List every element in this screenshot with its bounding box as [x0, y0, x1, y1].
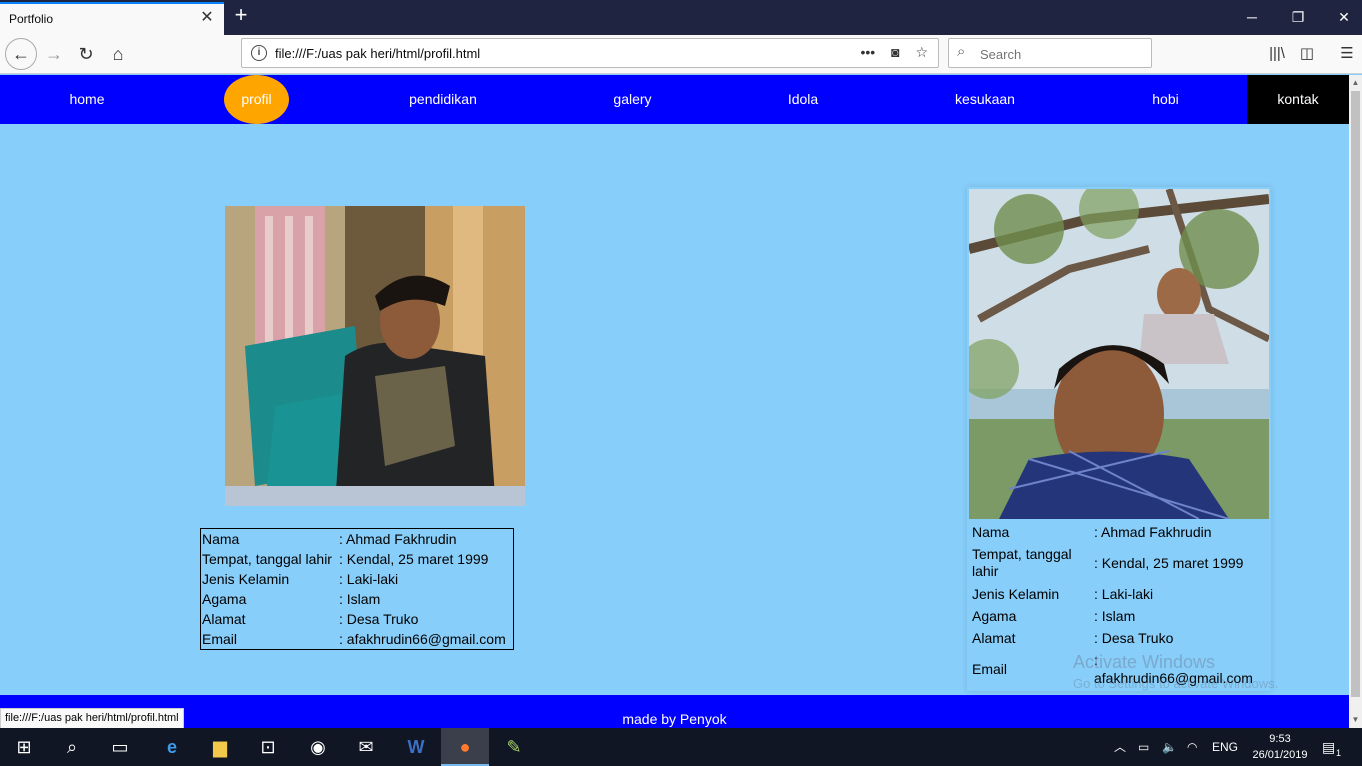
table-row: Agama : Islam	[202, 589, 380, 609]
nav-kesukaan[interactable]: kesukaan	[943, 75, 1027, 124]
url-bar[interactable]: i file:///F:/uas pak heri/html/profil.ht…	[241, 38, 939, 68]
camera-icon[interactable]: ◉	[294, 728, 342, 766]
nav-kontak[interactable]: kontak	[1247, 75, 1349, 124]
window-close-icon[interactable]: ✕	[1329, 6, 1359, 28]
table-row: Nama : Ahmad Fakhrudin	[202, 529, 457, 549]
wifi-icon[interactable]: ◠	[1187, 728, 1197, 766]
restore-icon[interactable]: ❐	[1283, 6, 1313, 28]
search-icon: ⌕	[957, 43, 966, 60]
row-label: Nama	[202, 531, 240, 547]
status-url-tooltip: file:///F:/uas pak heri/html/profil.html	[0, 708, 184, 729]
row-label: Tempat, tanggal lahir	[202, 551, 332, 567]
profile-table-left: Nama : Ahmad Fakhrudin Tempat, tanggal l…	[200, 528, 514, 650]
windows-taskbar: ⊞ ⌕ ▭ e ▆ ⊡ ◉ ✉ W ● ✎ ︿ ▭ 🔈 ◠ ENG 9:53 2…	[0, 728, 1362, 766]
volume-icon[interactable]: 🔈	[1162, 728, 1177, 766]
nav-profil[interactable]: profil	[224, 75, 289, 124]
notification-icon[interactable]: ▤	[1322, 728, 1335, 766]
row-label: Email	[202, 631, 238, 647]
nav-galery[interactable]: galery	[601, 75, 664, 124]
row-value: : Laki-laki	[339, 571, 399, 587]
profile-photo-right	[969, 189, 1269, 519]
edge-icon[interactable]: e	[148, 728, 196, 766]
nav-idola[interactable]: Idola	[776, 75, 830, 124]
row-value: : Kendal, 25 maret 1999	[339, 551, 489, 567]
row-value: : Desa Truko	[1094, 630, 1174, 646]
activate-windows-title: Activate Windows	[1073, 652, 1216, 672]
task-view-icon[interactable]: ▭	[96, 728, 144, 766]
pocket-icon[interactable]: ◙	[891, 44, 899, 60]
row-value: : Desa Truko	[339, 611, 419, 627]
row-value: : Islam	[1094, 608, 1136, 624]
new-tab-button[interactable]: +	[229, 4, 253, 28]
sidebar-icon[interactable]: ◫	[1294, 41, 1320, 67]
row-label: Agama	[972, 608, 1017, 624]
page-actions-icon[interactable]: •••	[860, 44, 875, 60]
bookmark-star-icon[interactable]: ☆	[915, 44, 928, 60]
activate-windows-subtitle: Go to Settings to activate Windows.	[1073, 676, 1279, 691]
windows-start-icon[interactable]: ⊞	[0, 728, 48, 766]
tray-chevron-icon[interactable]: ︿	[1114, 728, 1126, 766]
table-row: Jenis Kelamin : Laki-laki	[202, 569, 398, 589]
taskbar-clock[interactable]: 9:53 26/01/2019	[1248, 731, 1312, 763]
page-scrollbar[interactable]: ▲ ▼	[1349, 75, 1362, 728]
language-indicator[interactable]: ENG	[1212, 728, 1238, 766]
row-value: : Laki-laki	[1094, 586, 1154, 602]
row-label: Alamat	[972, 630, 1016, 646]
nav-pendidikan[interactable]: pendidikan	[396, 75, 490, 124]
menu-icon[interactable]: ☰	[1334, 41, 1360, 67]
search-taskbar-icon[interactable]: ⌕	[48, 728, 96, 766]
search-input[interactable]: ⌕ Search	[948, 38, 1152, 68]
forward-button[interactable]: →	[39, 39, 69, 69]
profile-photo-left	[225, 206, 525, 506]
browser-toolbar: ← → ↻ ⌂ i file:///F:/uas pak heri/html/p…	[0, 35, 1362, 74]
row-label: Email	[972, 661, 1008, 677]
battery-icon[interactable]: ▭	[1138, 728, 1149, 766]
paint-icon[interactable]: ✎	[490, 728, 538, 766]
mail-icon[interactable]: ✉	[342, 728, 390, 766]
page-footer: made by Penyok	[0, 695, 1349, 728]
clock-time: 9:53	[1269, 733, 1291, 745]
word-icon[interactable]: W	[392, 728, 440, 766]
table-row: Email : afakhrudin66@gmail.com	[202, 629, 506, 649]
row-value: : Ahmad Fakhrudin	[339, 531, 457, 547]
footer-text: made by Penyok	[622, 711, 727, 727]
row-label: Tempat, tanggal lahir	[972, 546, 1072, 579]
store-icon[interactable]: ⊡	[244, 728, 292, 766]
site-nav: home profil pendidikan galery Idola kesu…	[0, 75, 1349, 124]
tab-title: Portfolio	[9, 12, 54, 26]
row-label: Agama	[202, 591, 247, 607]
firefox-icon[interactable]: ●	[441, 728, 489, 766]
home-button[interactable]: ⌂	[103, 39, 133, 69]
file-explorer-icon[interactable]: ▆	[196, 728, 244, 766]
scroll-down-arrow-icon[interactable]: ▼	[1349, 712, 1362, 728]
url-text[interactable]: file:///F:/uas pak heri/html/profil.html	[275, 46, 480, 61]
row-value: : Islam	[339, 591, 381, 607]
table-row: Tempat, tanggal lahir : Kendal, 25 maret…	[202, 549, 488, 569]
nav-hobi[interactable]: hobi	[1141, 75, 1190, 124]
browser-tab[interactable]: Portfolio ✕	[0, 2, 224, 35]
library-icon[interactable]: |||\	[1264, 41, 1290, 67]
row-value: : Kendal, 25 maret 1999	[1094, 555, 1244, 571]
minimize-icon[interactable]: ─	[1237, 6, 1267, 28]
scroll-up-arrow-icon[interactable]: ▲	[1349, 75, 1362, 91]
row-value: : afakhrudin66@gmail.com	[339, 631, 506, 647]
row-label: Alamat	[202, 611, 246, 627]
browser-titlebar: Portfolio ✕ + ─ ❐ ✕	[0, 0, 1362, 35]
row-label: Nama	[972, 524, 1010, 540]
tab-close-icon[interactable]: ✕	[197, 8, 217, 28]
row-label: Jenis Kelamin	[202, 571, 290, 587]
row-label: Jenis Kelamin	[972, 586, 1060, 602]
nav-home[interactable]: home	[55, 75, 119, 124]
info-icon[interactable]: i	[251, 45, 267, 61]
notification-count: 1	[1336, 748, 1342, 758]
clock-date: 26/01/2019	[1252, 749, 1308, 761]
row-value: : Ahmad Fakhrudin	[1094, 524, 1212, 540]
table-row: Alamat : Desa Truko	[202, 609, 418, 629]
back-button[interactable]: ←	[5, 38, 37, 70]
search-placeholder: Search	[980, 47, 1022, 62]
reload-button[interactable]: ↻	[71, 39, 101, 69]
scroll-thumb[interactable]	[1351, 91, 1360, 697]
